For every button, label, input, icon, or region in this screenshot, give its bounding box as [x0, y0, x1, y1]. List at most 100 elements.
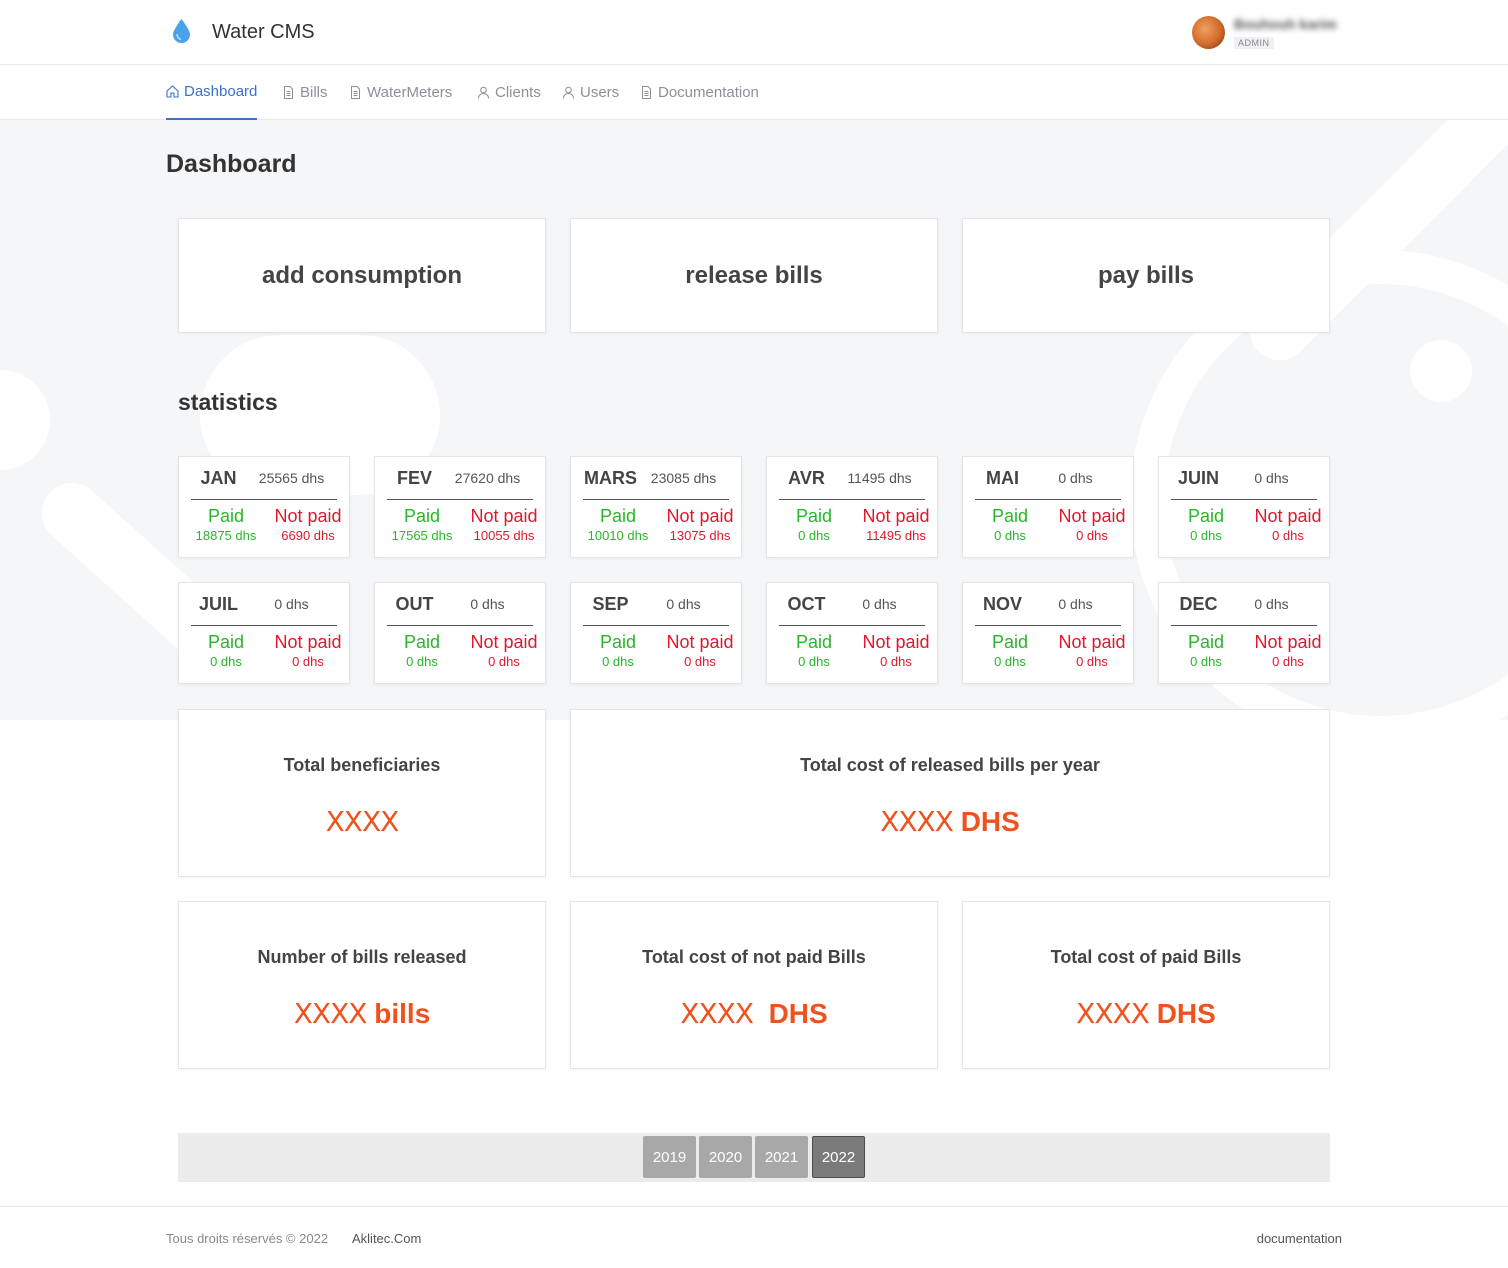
- paid-amount: 0 dhs: [1190, 654, 1222, 669]
- year-button-2020[interactable]: 2020: [699, 1136, 752, 1178]
- value-unit: DHS: [768, 998, 828, 1029]
- month-name: FEV: [396, 467, 432, 488]
- page-title: Dashboard: [166, 150, 297, 178]
- month-card-juil: JUIL 0 dhs Paid 0 dhs Not paid 0 dhs: [178, 582, 350, 684]
- not-paid-column: Not paid 0 dhs: [861, 631, 937, 671]
- paid-label: Paid: [207, 632, 245, 652]
- not-paid-column: Not paid 10055 dhs: [469, 505, 545, 545]
- nav-item-documentation[interactable]: Documentation: [640, 65, 759, 120]
- app-title[interactable]: Water CMS: [212, 21, 315, 44]
- total-beneficiaries-card: Total beneficiaries XXXX: [178, 709, 546, 877]
- documentation-link[interactable]: documentation: [1257, 1231, 1342, 1246]
- nav-item-watermeters[interactable]: WaterMeters: [349, 65, 452, 120]
- not-paid-amount: 10055 dhs: [473, 528, 535, 543]
- year-button-2022[interactable]: 2022: [812, 1136, 865, 1178]
- month-name: JUIL: [198, 593, 238, 614]
- card-title: Total cost of released bills per year: [800, 755, 1100, 775]
- month-card-fev: FEV 27620 dhs Paid 17565 dhs Not paid 10055 d…: [374, 456, 546, 558]
- not-paid-column: Not paid 0 dhs: [1253, 505, 1329, 545]
- month-body: Paid 0 dhs Not paid 11495 dhs: [767, 505, 937, 545]
- value-number: XXXX: [1076, 997, 1150, 1030]
- document-icon: [642, 86, 651, 99]
- pay-bills-button[interactable]: pay bills: [962, 218, 1330, 333]
- not-paid-amount: 11495 dhs: [866, 528, 926, 543]
- user-name[interactable]: Bouhouh karim: [1234, 16, 1337, 32]
- month-header: AVR 11495 dhs: [779, 457, 925, 500]
- paid-column: Paid 0 dhs: [963, 505, 1057, 545]
- not-paid-label: Not paid: [470, 632, 538, 652]
- month-name: NOV: [982, 593, 1022, 614]
- value-number: XXXX: [325, 805, 400, 838]
- paid-label: Paid: [795, 632, 833, 652]
- nav-label: Documentation: [658, 84, 759, 101]
- not-paid-amount: 0 dhs: [1272, 654, 1304, 669]
- not-paid-label: Not paid: [274, 506, 342, 526]
- paid-cost-card: Total cost of paid Bills XXXX DHS: [962, 901, 1330, 1069]
- month-header: MAI 0 dhs: [975, 457, 1121, 500]
- not-paid-column: Not paid 0 dhs: [469, 631, 545, 671]
- month-body: Paid 17565 dhs Not paid 10055 dhs: [375, 505, 545, 545]
- add-consumption-button[interactable]: add consumption: [178, 218, 546, 333]
- month-name: MAI: [986, 467, 1019, 488]
- not-paid-amount: 13075 dhs: [669, 528, 731, 543]
- value-number: XXXX: [880, 805, 954, 838]
- month-body: Paid 0 dhs Not paid 0 dhs: [179, 631, 349, 671]
- nav-item-bills[interactable]: Bills: [282, 65, 328, 120]
- month-name: JAN: [200, 467, 237, 488]
- not-paid-label: Not paid: [1254, 632, 1322, 652]
- not-paid-label: Not paid: [862, 632, 930, 652]
- month-body: Paid 18875 dhs Not paid 6690 dhs: [179, 505, 349, 545]
- value-unit: DHS: [1156, 998, 1216, 1029]
- month-total: 27620 dhs: [454, 470, 521, 486]
- paid-label: Paid: [403, 506, 441, 526]
- not-paid-label: Not paid: [862, 506, 930, 526]
- paid-label: Paid: [599, 506, 637, 526]
- not-paid-amount: 6690 dhs: [281, 528, 335, 543]
- nav-item-dashboard[interactable]: Dashboard: [166, 65, 258, 120]
- release-bills-button[interactable]: release bills: [570, 218, 938, 333]
- main-nav: Dashboard Bills WaterMeters Clients User…: [0, 65, 1508, 120]
- month-header: FEV 27620 dhs: [387, 457, 533, 500]
- user-icon: [563, 86, 574, 99]
- paid-column: Paid 0 dhs: [767, 631, 861, 671]
- paid-amount: 0 dhs: [994, 654, 1026, 669]
- copyright-text: Tous droits réservés © 2022: [166, 1231, 329, 1246]
- not-paid-amount: 0 dhs: [684, 654, 716, 669]
- month-total: 11495 dhs: [847, 470, 912, 486]
- paid-column: Paid 10010 dhs: [571, 505, 665, 545]
- paid-amount: 0 dhs: [210, 654, 242, 669]
- month-name: JUIN: [1177, 467, 1219, 488]
- paid-label: Paid: [991, 632, 1029, 652]
- month-card-avr: AVR 11495 dhs Paid 0 dhs Not paid 11495 dhs: [766, 456, 938, 558]
- month-total: 23085 dhs: [650, 470, 717, 486]
- card-value: XXXX bills: [179, 997, 545, 1030]
- month-total: 0 dhs: [666, 596, 701, 612]
- year-selector: 2019 2020 2021 2022: [178, 1133, 1330, 1182]
- nav-label: Users: [580, 84, 620, 101]
- paid-amount: 0 dhs: [798, 654, 830, 669]
- year-button-2019[interactable]: 2019: [643, 1136, 696, 1178]
- month-header: JAN 25565 dhs: [191, 457, 337, 500]
- month-card-dec: DEC 0 dhs Paid 0 dhs Not paid 0 dhs: [1158, 582, 1330, 684]
- month-total: 0 dhs: [1058, 596, 1093, 612]
- nav-item-clients[interactable]: Clients: [477, 65, 541, 120]
- paid-label: Paid: [795, 506, 833, 526]
- nav-label: Bills: [300, 84, 328, 101]
- avatar[interactable]: [1192, 16, 1225, 49]
- document-icon: [351, 86, 360, 99]
- paid-column: Paid 18875 dhs: [179, 505, 273, 545]
- not-paid-column: Not paid 0 dhs: [665, 631, 741, 671]
- paid-column: Paid 0 dhs: [1159, 505, 1253, 545]
- nav-item-users[interactable]: Users: [562, 65, 619, 120]
- month-header: OUT 0 dhs: [387, 583, 533, 626]
- month-card-out: OUT 0 dhs Paid 0 dhs Not paid 0 dhs: [374, 582, 546, 684]
- brand-link[interactable]: Aklitec.Com: [352, 1231, 421, 1246]
- month-total: 25565 dhs: [258, 470, 325, 486]
- paid-column: Paid 0 dhs: [1159, 631, 1253, 671]
- value-number: XXXX: [293, 997, 368, 1030]
- paid-column: Paid 0 dhs: [571, 631, 665, 671]
- year-button-2021[interactable]: 2021: [755, 1136, 808, 1178]
- nav-label: Clients: [495, 84, 541, 101]
- not-paid-column: Not paid 11495 dhs: [861, 505, 937, 545]
- paid-amount: 10010 dhs: [587, 528, 649, 543]
